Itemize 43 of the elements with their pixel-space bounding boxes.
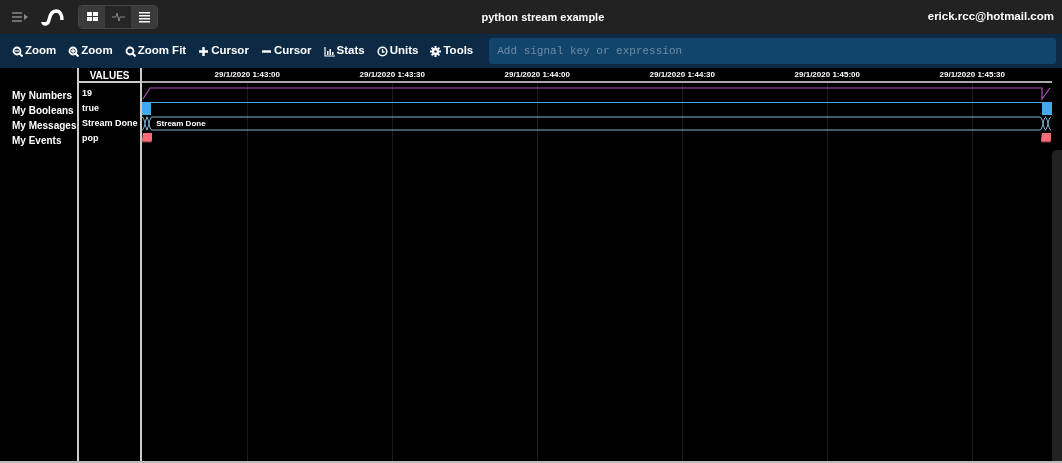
signal-value: true <box>80 102 100 115</box>
view-toggle[interactable] <box>105 6 131 28</box>
message-label: Stream Done <box>156 118 206 130</box>
toolbar-button[interactable]: Cursor <box>254 42 318 60</box>
clock-icon <box>376 45 388 57</box>
time-label: 29/1/2020 1:45:30 <box>939 69 1005 81</box>
time-label: 29/1/2020 1:43:00 <box>214 69 280 81</box>
search-icon <box>124 45 136 57</box>
time-label: 29/1/2020 1:43:30 <box>359 69 425 81</box>
zoom-out-icon <box>12 45 23 57</box>
toolbar-button[interactable]: Tools <box>424 42 480 60</box>
signal-input[interactable]: Add signal key or expression <box>489 38 1056 64</box>
view-toggle[interactable] <box>131 6 157 28</box>
bar-chart-icon <box>323 45 335 57</box>
toolbar-button[interactable]: Zoom Fit <box>118 42 193 60</box>
signal-name[interactable]: My Messages <box>0 118 77 133</box>
toolbar-button[interactable]: Stats <box>317 42 371 60</box>
toolbar-button[interactable]: Zoom <box>62 42 119 60</box>
signal-name[interactable]: My Events <box>0 133 77 148</box>
scrollbar[interactable] <box>1052 150 1062 461</box>
time-label: 29/1/2020 1:44:00 <box>504 69 570 81</box>
signal-value: Stream Done <box>80 117 139 130</box>
signal-name[interactable]: My Booleans <box>0 103 77 118</box>
time-label: 29/1/2020 1:45:00 <box>794 69 860 81</box>
toolbar-button[interactable]: Units <box>370 42 425 60</box>
gear-icon <box>430 45 442 57</box>
signal-value: 19 <box>80 87 93 100</box>
toolbar-button[interactable]: Cursor <box>192 42 255 60</box>
column-header: VALUES <box>78 68 141 83</box>
zoom-in-icon <box>68 45 80 57</box>
menu-icon <box>12 12 28 22</box>
wave-logo-icon <box>40 8 66 26</box>
view-toggle[interactable] <box>79 6 105 28</box>
list-icon <box>137 11 151 23</box>
toolbar-button[interactable]: Zoom <box>6 42 63 60</box>
plus-icon <box>198 45 210 57</box>
signal-name[interactable]: My Numbers <box>0 88 77 103</box>
signal-value: pop <box>80 132 100 145</box>
time-label: 29/1/2020 1:44:30 <box>649 69 715 81</box>
user-email: erick.rcc@hotmail.com <box>927 9 1054 25</box>
waveform-icon <box>111 11 125 23</box>
grid-icon <box>85 11 99 23</box>
document-title: python stream example <box>480 9 606 25</box>
